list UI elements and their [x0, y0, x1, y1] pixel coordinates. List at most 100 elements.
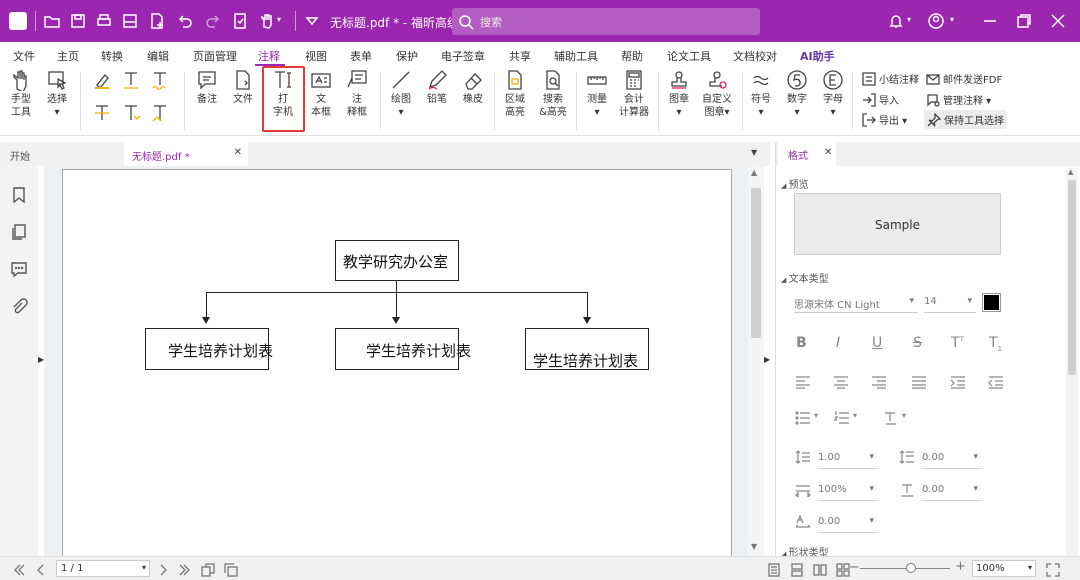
tab-help[interactable]: 帮助: [621, 48, 643, 64]
replace-text-button[interactable]: [119, 102, 143, 126]
tab-edit[interactable]: 编辑: [147, 48, 169, 64]
summarize-comments-button[interactable]: 小结注释: [862, 71, 919, 86]
customize-dropdown-icon[interactable]: [304, 13, 320, 29]
paragraph-spacing-select[interactable]: 0.00: [922, 449, 982, 469]
font-size-select[interactable]: 14: [924, 293, 976, 313]
tab-comment[interactable]: 注释: [258, 48, 280, 64]
bookmark-icon[interactable]: [10, 186, 28, 204]
indent-decrease-icon[interactable]: [988, 374, 1004, 389]
next-page-icon[interactable]: [156, 562, 170, 576]
line-spacing-select[interactable]: 1.00: [818, 449, 878, 469]
tab-view[interactable]: 视图: [305, 48, 327, 64]
document-canvas[interactable]: 教学研究办公室 学生培养计划表 学生培养计划表 学生培养计划表: [44, 166, 748, 559]
italic-button[interactable]: I: [836, 335, 840, 351]
tab-page-management[interactable]: 页面管理: [193, 48, 237, 64]
stamp-button[interactable]: 图章 ▾: [664, 69, 694, 119]
zoom-level-select[interactable]: 100% ▾: [972, 560, 1036, 577]
symbol-button[interactable]: 符号 ▾: [748, 69, 774, 119]
align-left-icon[interactable]: [795, 374, 811, 389]
close-panel-icon[interactable]: ✕: [824, 147, 832, 158]
hand-tool-button[interactable]: 手型 工具: [6, 69, 36, 119]
panel-scrollbar[interactable]: ▲: [1066, 168, 1078, 556]
line-spacing-icon[interactable]: [795, 449, 811, 464]
eraser-button[interactable]: 橡皮: [458, 69, 488, 106]
manage-comments-button[interactable]: 管理注释 ▾: [926, 92, 991, 107]
area-highlight-button[interactable]: 区域 高亮: [500, 69, 530, 119]
text-type-section-header[interactable]: ◢ 文本类型: [781, 270, 829, 285]
scroll-down-icon[interactable]: ▼: [751, 542, 757, 551]
tab-document[interactable]: 无标题.pdf * ✕: [124, 142, 248, 166]
numbered-list-icon[interactable]: [833, 410, 850, 424]
align-right-icon[interactable]: [871, 374, 887, 389]
pages-thumbnail-icon[interactable]: [10, 223, 28, 241]
paste-pages-icon[interactable]: [224, 562, 238, 577]
previous-page-icon[interactable]: [34, 562, 48, 576]
baseline-offset-icon[interactable]: [899, 482, 915, 497]
new-file-icon[interactable]: [149, 13, 165, 29]
facing-view-icon[interactable]: [813, 562, 827, 576]
letter-button[interactable]: 字母 ▾: [820, 69, 846, 119]
search-highlight-button[interactable]: 搜索 &高亮: [536, 69, 570, 119]
indent-increase-icon[interactable]: [950, 374, 966, 389]
close-window-icon[interactable]: [1050, 13, 1066, 29]
text-color-picker[interactable]: [982, 293, 1001, 312]
attachments-icon[interactable]: [10, 298, 28, 316]
org-box-child-3[interactable]: 学生培养计划表: [525, 328, 649, 370]
collapse-right-panel-icon[interactable]: ▶: [764, 350, 772, 370]
measure-button[interactable]: 测量 ▾: [582, 69, 612, 119]
horizontal-scale-icon[interactable]: [795, 482, 811, 499]
pencil-button[interactable]: 铅笔: [422, 69, 452, 106]
open-folder-icon[interactable]: [44, 13, 60, 29]
scan-icon[interactable]: [122, 13, 138, 29]
org-box-child-2[interactable]: 学生培养计划表: [335, 328, 471, 370]
page-number-input[interactable]: 1 / 1 ▾: [56, 560, 150, 577]
zoom-slider-knob[interactable]: [906, 563, 916, 573]
tab-file[interactable]: 文件: [13, 48, 35, 64]
zoom-in-button[interactable]: +: [955, 559, 966, 574]
redo-icon[interactable]: [205, 13, 221, 29]
strikethrough-button[interactable]: S: [913, 335, 922, 351]
page-icon[interactable]: [232, 13, 248, 29]
underline-button[interactable]: U: [872, 335, 882, 351]
font-family-select[interactable]: 思源宋体 CN Light: [794, 293, 918, 313]
callout-button[interactable]: 注释框: [342, 69, 372, 119]
justify-icon[interactable]: [911, 374, 927, 389]
select-button[interactable]: 选择 ▾: [42, 69, 72, 119]
squiggly-text-button[interactable]: [148, 69, 172, 93]
bold-button[interactable]: B: [796, 335, 807, 351]
import-button[interactable]: 导入: [862, 92, 899, 107]
restore-icon[interactable]: [1016, 13, 1032, 29]
minimize-icon[interactable]: [982, 13, 998, 29]
export-button[interactable]: 导出 ▾: [862, 112, 907, 127]
bullet-list-dropdown-icon[interactable]: ▾: [814, 411, 818, 420]
number-button[interactable]: 数字 ▾: [784, 69, 810, 119]
paragraph-spacing-icon[interactable]: [899, 449, 915, 464]
text-direction-dropdown-icon[interactable]: ▾: [902, 411, 906, 420]
note-button[interactable]: 备注: [192, 69, 222, 106]
zoom-slider[interactable]: [860, 568, 950, 569]
email-fdf-button[interactable]: 邮件发送FDF: [926, 71, 1002, 86]
underline-text-button[interactable]: [119, 69, 143, 93]
textbox-button[interactable]: 文本框: [306, 69, 336, 119]
last-page-icon[interactable]: [178, 562, 192, 576]
text-direction-icon[interactable]: [883, 410, 899, 425]
scroll-up-icon[interactable]: ▲: [751, 168, 757, 177]
numbered-list-dropdown-icon[interactable]: ▾: [853, 411, 857, 420]
draw-button[interactable]: 绘图 ▾: [386, 69, 416, 119]
horizontal-scale-select[interactable]: 100%: [818, 481, 878, 501]
print-icon[interactable]: [96, 13, 112, 29]
close-tab-icon[interactable]: ✕: [234, 147, 242, 158]
comments-list-icon[interactable]: [10, 260, 28, 278]
tab-protect[interactable]: 保护: [396, 48, 418, 64]
character-spacing-select[interactable]: 0.00: [818, 513, 878, 533]
subscript-button[interactable]: T1: [989, 335, 1002, 353]
tab-start[interactable]: 开始: [0, 142, 122, 166]
document-scrollbar[interactable]: ▲ ▼: [748, 166, 764, 556]
baseline-offset-select[interactable]: 0.00: [922, 481, 982, 501]
save-icon[interactable]: [70, 13, 86, 29]
strikeout-text-button[interactable]: [90, 102, 114, 126]
custom-stamp-button[interactable]: 自定义 图章▾: [698, 69, 736, 119]
account-dropdown-icon[interactable]: ▾: [950, 15, 954, 24]
notification-dropdown-icon[interactable]: ▾: [907, 15, 911, 24]
panel-scrollbar-thumb[interactable]: [1068, 180, 1076, 375]
